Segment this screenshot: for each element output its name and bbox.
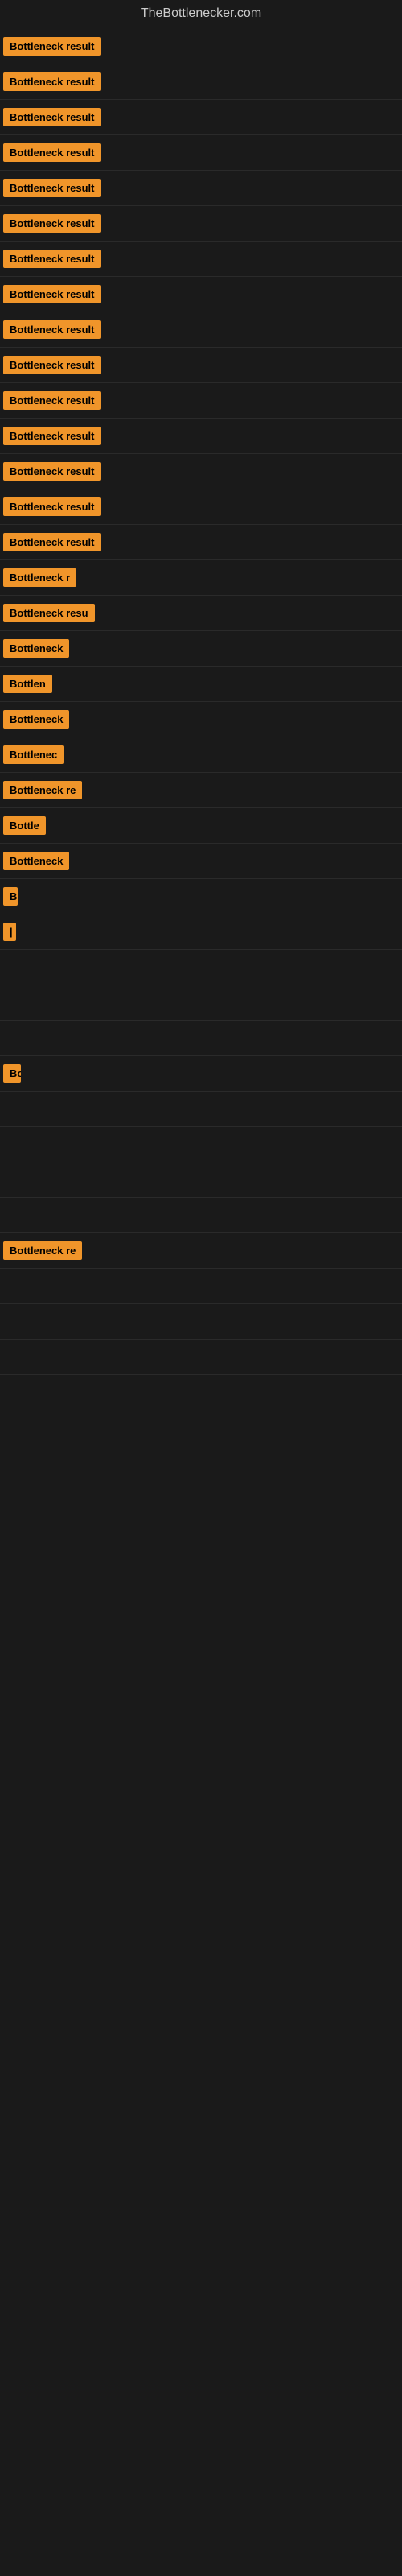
list-item: Bottleneck result xyxy=(0,64,402,100)
bottleneck-result-badge[interactable]: B xyxy=(3,887,18,906)
list-item: | xyxy=(0,914,402,950)
list-item: Bottleneck re xyxy=(0,773,402,808)
list-item: Bottleneck xyxy=(0,844,402,879)
list-item: Bottleneck result xyxy=(0,242,402,277)
bottleneck-result-badge[interactable]: Bottleneck result xyxy=(3,108,100,126)
bottleneck-result-badge[interactable]: Bottleneck result xyxy=(3,533,100,551)
list-item xyxy=(0,1198,402,1233)
list-item: Bottle xyxy=(0,808,402,844)
bottleneck-result-badge[interactable]: Bottleneck xyxy=(3,639,69,658)
bottleneck-result-badge[interactable]: Bottleneck result xyxy=(3,462,100,481)
list-item: Bottleneck result xyxy=(0,171,402,206)
bottleneck-result-badge[interactable]: Bottleneck xyxy=(3,852,69,870)
bottleneck-result-badge[interactable]: Bottleneck result xyxy=(3,214,100,233)
list-item xyxy=(0,1269,402,1304)
bottleneck-result-badge[interactable]: Bottleneck result xyxy=(3,356,100,374)
bottleneck-result-badge[interactable]: Bottleneck result xyxy=(3,427,100,445)
list-item: Bottleneck result xyxy=(0,454,402,489)
list-item xyxy=(0,1127,402,1162)
bottleneck-result-badge[interactable]: Bottleneck resu xyxy=(3,604,95,622)
bottleneck-result-badge[interactable]: Bo xyxy=(3,1064,21,1083)
bottleneck-result-badge[interactable]: Bottleneck result xyxy=(3,285,100,303)
bottleneck-result-badge[interactable]: Bottleneck result xyxy=(3,143,100,162)
bottleneck-result-badge[interactable]: Bottleneck re xyxy=(3,1241,82,1260)
list-item xyxy=(0,985,402,1021)
list-item xyxy=(0,1340,402,1375)
bottleneck-result-badge[interactable]: Bottleneck result xyxy=(3,72,100,91)
bottleneck-result-badge[interactable]: Bottleneck result xyxy=(3,179,100,197)
bottleneck-result-badge[interactable]: Bottlenec xyxy=(3,745,64,764)
bottleneck-result-badge[interactable]: Bottleneck r xyxy=(3,568,76,587)
bottleneck-result-badge[interactable]: Bottleneck result xyxy=(3,320,100,339)
bottleneck-result-badge[interactable]: Bottleneck xyxy=(3,710,69,729)
list-item: Bottleneck result xyxy=(0,277,402,312)
list-item: Bottleneck re xyxy=(0,1233,402,1269)
list-item: Bottleneck result xyxy=(0,525,402,560)
list-item: Bottleneck result xyxy=(0,135,402,171)
list-item: Bottleneck result xyxy=(0,312,402,348)
list-item xyxy=(0,950,402,985)
bottleneck-result-badge[interactable]: Bottle xyxy=(3,816,46,835)
list-item xyxy=(0,1162,402,1198)
list-item: Bottleneck result xyxy=(0,489,402,525)
bottleneck-result-badge[interactable]: Bottlen xyxy=(3,675,52,693)
site-title: TheBottlenecker.com xyxy=(0,0,402,29)
list-item: Bottlenec xyxy=(0,737,402,773)
bottleneck-result-badge[interactable]: Bottleneck re xyxy=(3,781,82,799)
list-item xyxy=(0,1092,402,1127)
bottleneck-result-badge[interactable]: Bottleneck result xyxy=(3,37,100,56)
list-item: Bottlen xyxy=(0,667,402,702)
bottleneck-result-badge[interactable]: Bottleneck result xyxy=(3,497,100,516)
list-item: Bottleneck xyxy=(0,631,402,667)
list-item: B xyxy=(0,879,402,914)
bottleneck-result-badge[interactable]: Bottleneck result xyxy=(3,391,100,410)
list-item: Bottleneck result xyxy=(0,206,402,242)
list-item: Bottleneck resu xyxy=(0,596,402,631)
list-item: Bottleneck result xyxy=(0,29,402,64)
list-item: Bottleneck result xyxy=(0,348,402,383)
bottleneck-result-badge[interactable]: Bottleneck result xyxy=(3,250,100,268)
list-item: Bottleneck xyxy=(0,702,402,737)
list-item: Bottleneck result xyxy=(0,419,402,454)
list-item: Bottleneck r xyxy=(0,560,402,596)
list-item: Bo xyxy=(0,1056,402,1092)
list-item: Bottleneck result xyxy=(0,100,402,135)
list-item xyxy=(0,1021,402,1056)
bottleneck-result-badge[interactable]: | xyxy=(3,923,16,941)
list-item: Bottleneck result xyxy=(0,383,402,419)
list-item xyxy=(0,1304,402,1340)
